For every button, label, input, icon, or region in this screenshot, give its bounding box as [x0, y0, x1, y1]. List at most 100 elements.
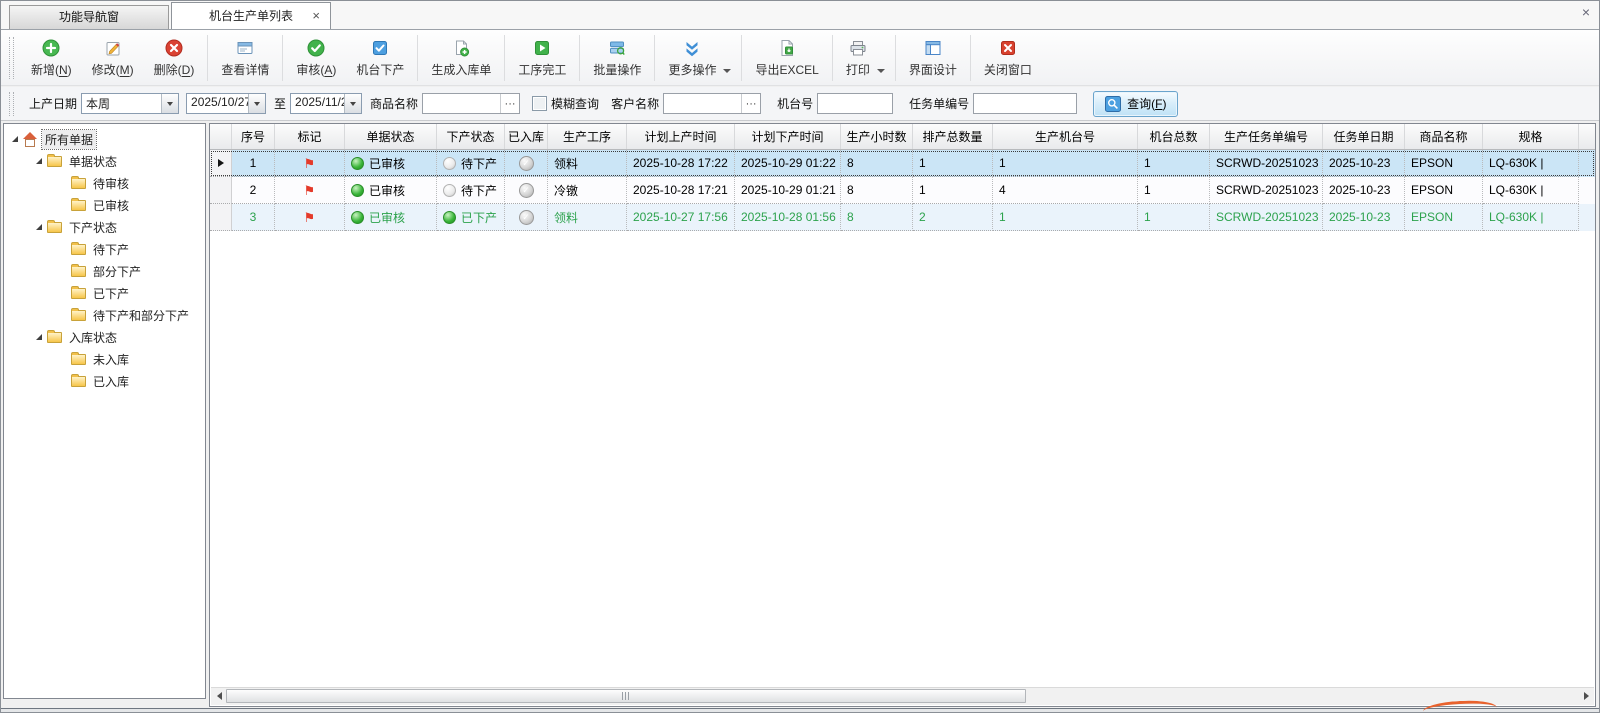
expander-icon[interactable] [32, 158, 45, 164]
table-cell-down_status: 已下产 [437, 204, 505, 231]
data-grid: 序号标记单据状态下产状态已入库生产工序计划上产时间计划下产时间生产小时数排产总数… [210, 124, 1595, 231]
table-cell-plan_start: 2025-10-27 17:56 [627, 204, 735, 231]
column-header[interactable]: 已入库 [505, 124, 548, 149]
chevron-down-icon[interactable] [161, 94, 178, 113]
expander-icon[interactable] [32, 224, 45, 230]
column-header[interactable]: 计划下产时间 [735, 124, 841, 149]
product-name-input[interactable] [423, 94, 500, 113]
toolbar-button-delete[interactable]: 删除(D) [144, 33, 205, 83]
column-header[interactable]: 生产机台号 [993, 124, 1138, 149]
tree-node[interactable]: 待下产 [4, 238, 205, 260]
column-header[interactable]: 单据状态 [345, 124, 437, 149]
customer-name-label: 客户名称 [611, 95, 659, 112]
date-from-picker[interactable]: 2025/10/27 [186, 93, 266, 114]
to-label: 至 [274, 95, 286, 112]
customer-name-input[interactable] [664, 94, 741, 113]
tree-node-label: 单据状态 [66, 152, 120, 171]
toolbar-button-close-window[interactable]: 关闭窗口 [974, 33, 1042, 83]
tree-node[interactable]: 已入库 [4, 370, 205, 392]
table-cell-plan_end: 2025-10-29 01:21 [735, 177, 841, 204]
tab-strip: 功能导航窗 机台生产单列表 × × [1, 1, 1599, 30]
table-cell-plan_end: 2025-10-28 01:56 [735, 204, 841, 231]
fuzzy-search-checkbox[interactable] [532, 96, 547, 111]
scroll-right-icon[interactable] [1578, 688, 1594, 704]
column-header[interactable]: 机台总数 [1138, 124, 1210, 149]
chevron-down-icon[interactable] [723, 69, 731, 73]
table-cell-plan_end: 2025-10-29 01:22 [735, 150, 841, 177]
folder-icon [69, 178, 87, 189]
column-header[interactable]: 生产任务单编号 [1210, 124, 1323, 149]
toolbar-button-add[interactable]: 新增(N) [21, 33, 82, 83]
expander-icon[interactable] [8, 136, 21, 142]
column-header[interactable]: 排产总数量 [913, 124, 993, 149]
machine-down-icon [370, 38, 390, 58]
table-cell-flag: ⚑ [275, 204, 345, 231]
tree-node[interactable]: 单据状态 [4, 150, 205, 172]
toolbar-button-machine-down[interactable]: 机台下产 [346, 33, 414, 83]
tree-node[interactable]: 待下产和部分下产 [4, 304, 205, 326]
column-header[interactable]: 标记 [275, 124, 345, 149]
chevron-down-icon[interactable] [248, 94, 265, 113]
tree-node[interactable]: 未入库 [4, 348, 205, 370]
toolbar-button-edit[interactable]: 修改(M) [82, 33, 144, 83]
tree-node[interactable]: 待审核 [4, 172, 205, 194]
toolbar-button-batch[interactable]: 批量操作 [583, 33, 651, 83]
flag-icon: ⚑ [304, 211, 316, 224]
tree-node[interactable]: 所有单据 [4, 128, 205, 150]
date-from-value: 2025/10/27 [187, 94, 248, 113]
column-header[interactable]: 计划上产时间 [627, 124, 735, 149]
toolbar-button-export-excel[interactable]: 导出EXCEL [745, 33, 828, 83]
browse-ellipsis-button[interactable]: ··· [741, 94, 760, 113]
tab-function-nav[interactable]: 功能导航窗 [9, 5, 169, 29]
date-range-select[interactable]: 本周 [81, 93, 179, 114]
toolbar-button-more[interactable]: 更多操作 [658, 33, 726, 83]
scroll-thumb[interactable] [226, 689, 1026, 703]
tree-node[interactable]: 部分下产 [4, 260, 205, 282]
query-button[interactable]: 查询(F) [1093, 91, 1178, 117]
column-header[interactable]: 生产小时数 [841, 124, 913, 149]
tab-close-icon[interactable]: × [312, 3, 320, 29]
toolbar-button-label: 删除(D) [154, 61, 195, 78]
column-header[interactable]: 下产状态 [437, 124, 505, 149]
tree-node[interactable]: 入库状态 [4, 326, 205, 348]
column-header[interactable]: 规格 [1483, 124, 1579, 149]
machine-no-input[interactable] [818, 94, 892, 113]
tab-production-order-list[interactable]: 机台生产单列表 × [171, 2, 331, 29]
toolbar-button-process-done[interactable]: 工序完工 [508, 33, 576, 83]
column-header[interactable]: 商品名称 [1405, 124, 1483, 149]
product-name-label: 商品名称 [370, 95, 418, 112]
column-header[interactable]: 序号 [232, 124, 275, 149]
table-row[interactable]: 1⚑已审核待下产✓领料2025-10-28 17:222025-10-29 01… [210, 150, 1595, 177]
tree-node[interactable]: 已下产 [4, 282, 205, 304]
toolbar-button-make-inbound[interactable]: 生成入库单 [421, 33, 501, 83]
table-cell-product: EPSON [1405, 204, 1483, 231]
horizontal-scrollbar[interactable] [211, 687, 1594, 705]
column-header[interactable]: 任务单日期 [1323, 124, 1405, 149]
tree-node-label: 已下产 [90, 284, 132, 303]
table-cell-spec: LQ-630K | [1483, 177, 1579, 204]
toolbar-button-print[interactable]: 打印 [836, 33, 880, 83]
column-header[interactable]: 生产工序 [548, 124, 627, 149]
expander-icon[interactable] [32, 334, 45, 340]
browse-ellipsis-button[interactable]: ··· [500, 94, 519, 113]
tabstrip-close-icon[interactable]: × [1582, 4, 1590, 20]
table-cell-machine_no: 1 [993, 150, 1138, 177]
table-row[interactable]: 2⚑已审核待下产✓冷镦2025-10-28 17:212025-10-29 01… [210, 177, 1595, 204]
tree-node[interactable]: 已审核 [4, 194, 205, 216]
chevron-down-icon[interactable] [877, 69, 885, 73]
toolbar-button-ui-design[interactable]: 界面设计 [899, 33, 967, 83]
flag-icon: ⚑ [304, 184, 316, 197]
toolbar-button-label: 工序完工 [518, 61, 566, 78]
tree-node[interactable]: 下产状态 [4, 216, 205, 238]
date-to-picker[interactable]: 2025/11/2 [290, 93, 362, 114]
task-no-input[interactable] [974, 94, 1076, 113]
table-cell-spec: LQ-630K | [1483, 204, 1579, 231]
tree-node-label: 待审核 [90, 174, 132, 193]
table-row[interactable]: 3⚑已审核已下产✓领料2025-10-27 17:562025-10-28 01… [210, 204, 1595, 231]
toolbar-button-audit[interactable]: 审核(A) [286, 33, 346, 83]
date-to-value: 2025/11/2 [291, 94, 344, 113]
chevron-down-icon[interactable] [344, 94, 361, 113]
table-cell-task_no: SCRWD-20251023 [1210, 150, 1323, 177]
toolbar-button-details[interactable]: 查看详情 [211, 33, 279, 83]
scroll-left-icon[interactable] [211, 688, 227, 704]
